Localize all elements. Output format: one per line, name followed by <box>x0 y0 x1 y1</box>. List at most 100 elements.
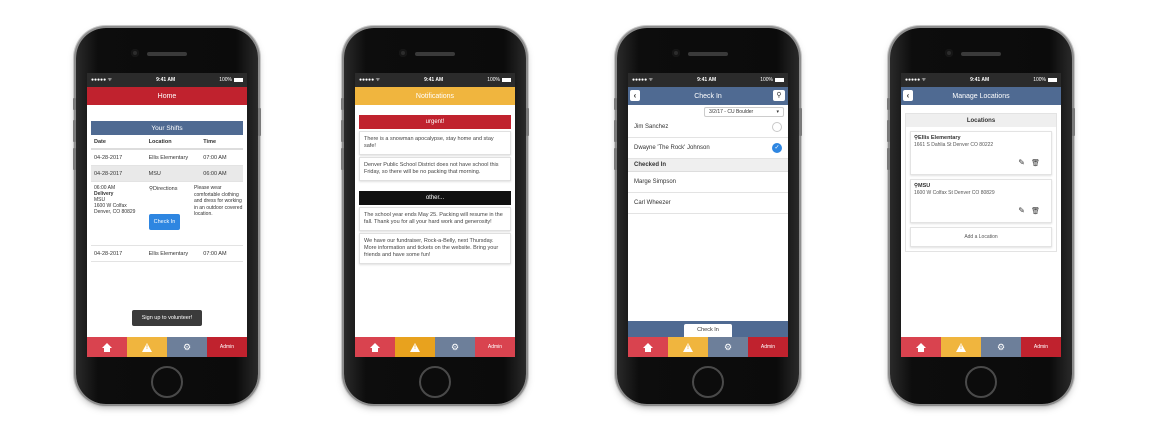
detail-address: 1600 W Colfax Denver, CO 80829 <box>94 203 136 215</box>
screen-check-in: ●●●●● ᯤ 9:41 AM 100% ‹ Check In ⚲ 3/2/17… <box>628 73 788 357</box>
screen-home: ●●●●● ᯤ 9:41 AM 100% Home Your Shifts Da… <box>87 73 247 357</box>
power-button <box>799 108 802 136</box>
table-header: Date Location Time <box>91 135 243 150</box>
tab-home[interactable] <box>87 337 127 357</box>
table-row-selected[interactable]: 04-28-2017 MSU 06:00 AM <box>91 166 243 182</box>
person-name: Dwayne 'The Rock' Johnson <box>634 145 710 151</box>
warning-icon <box>142 342 152 352</box>
clock: 9:41 AM <box>697 77 717 83</box>
list-item[interactable]: Marge Simpson <box>628 172 788 193</box>
battery-indicator: 100% <box>760 77 784 83</box>
battery-percent: 100% <box>219 77 232 83</box>
person-name: Jim Sanchez <box>634 124 669 130</box>
cell-date: 04-28-2017 <box>94 170 123 177</box>
search-icon[interactable]: ⚲ <box>773 90 785 101</box>
table-row[interactable]: 04-28-2017 Ellis Elementary 07:00 AM <box>91 246 243 262</box>
radio-checked-icon[interactable]: ✓ <box>772 143 782 153</box>
shifts-table: Date Location Time 04-28-2017 Ellis Elem… <box>91 135 243 182</box>
earpiece-speaker <box>415 52 455 56</box>
battery-icon <box>774 77 784 82</box>
volume-up-button <box>73 120 76 142</box>
phone-notifications: ●●●●● ᯤ 9:41 AM 100% Notifications urgen… <box>341 28 529 404</box>
tab-notifications[interactable] <box>668 337 708 357</box>
urgent-header: urgent! <box>359 115 511 129</box>
check-in-button[interactable]: Check In <box>684 324 732 337</box>
tab-admin[interactable]: Admin <box>1021 337 1061 357</box>
cell-time: 06:00 AM <box>203 170 227 177</box>
directions-link[interactable]: ⚲Directions <box>149 186 177 192</box>
tab-settings[interactable]: ⚙ <box>167 337 207 357</box>
volume-up-button <box>614 120 617 142</box>
warning-icon <box>683 342 693 352</box>
table-row[interactable]: 04-28-2017 Ellis Elementary 07:00 AM <box>91 150 243 166</box>
header-check-in: ‹ Check In ⚲ <box>628 87 788 105</box>
home-icon <box>370 342 380 352</box>
tab-settings[interactable]: ⚙ <box>981 337 1021 357</box>
gear-icon: ⚙ <box>996 341 1006 352</box>
page-title: Home <box>157 92 177 100</box>
signal-indicator: ●●●●● ᯤ <box>359 77 381 83</box>
tab-notifications[interactable] <box>941 337 981 357</box>
mute-switch <box>614 98 617 110</box>
event-select[interactable]: 3/2/17 - CU Boulder ▾ <box>704 107 784 117</box>
page-title: Check In <box>694 92 722 100</box>
volume-down-button <box>614 148 617 170</box>
cell-date: 04-28-2017 <box>94 154 123 161</box>
list-item[interactable]: Jim Sanchez <box>628 117 788 138</box>
tab-bar: ⚙ Admin <box>355 337 515 357</box>
edit-pencil-icon[interactable]: ✎ <box>1018 206 1025 215</box>
volume-up-button <box>887 120 890 142</box>
trash-icon[interactable]: 🗑 <box>1031 207 1040 215</box>
notification-card: We have our fundraiser, Rock-a-Belly, ne… <box>359 233 511 264</box>
power-button <box>1072 108 1075 136</box>
battery-percent: 100% <box>487 77 500 83</box>
front-camera <box>399 49 407 57</box>
shift-detail: 06:00 AM Delivery MSU 1600 W Colfax Denv… <box>91 182 243 246</box>
battery-icon <box>501 77 511 82</box>
battery-percent: 100% <box>760 77 773 83</box>
tab-notifications[interactable] <box>395 337 435 357</box>
home-button[interactable] <box>419 366 451 398</box>
directions-label: Directions <box>153 186 178 192</box>
tab-admin[interactable]: Admin <box>475 337 515 357</box>
trash-icon[interactable]: 🗑 <box>1031 159 1040 167</box>
battery-indicator: 100% <box>219 77 243 83</box>
battery-indicator: 100% <box>1033 77 1057 83</box>
page-title: Manage Locations <box>952 92 1010 100</box>
tab-settings[interactable]: ⚙ <box>435 337 475 357</box>
tab-notifications[interactable] <box>127 337 167 357</box>
phone-home: ●●●●● ᯤ 9:41 AM 100% Home Your Shifts Da… <box>73 28 261 404</box>
tab-home[interactable] <box>355 337 395 357</box>
home-button[interactable] <box>692 366 724 398</box>
back-icon[interactable]: ‹ <box>630 90 640 101</box>
location-address: 1600 W Colfax St Denver CO 80829 <box>914 190 995 196</box>
chevron-down-icon: ▾ <box>776 109 779 115</box>
home-button[interactable] <box>965 366 997 398</box>
clock: 9:41 AM <box>156 77 176 83</box>
add-location-button[interactable]: Add a Location <box>910 227 1052 247</box>
check-in-button[interactable]: Check In <box>149 214 180 230</box>
edit-pencil-icon[interactable]: ✎ <box>1018 158 1025 167</box>
list-item[interactable]: Carl Wheezer <box>628 193 788 214</box>
volume-up-button <box>341 120 344 142</box>
back-icon[interactable]: ‹ <box>903 90 913 101</box>
list-item[interactable]: Dwayne 'The Rock' Johnson ✓ <box>628 138 788 159</box>
tab-bar: ⚙ Admin <box>901 337 1061 357</box>
tab-admin[interactable]: Admin <box>207 337 247 357</box>
tab-settings[interactable]: ⚙ <box>708 337 748 357</box>
header-notifications: Notifications <box>355 87 515 105</box>
signal-indicator: ●●●●● ᯤ <box>91 77 113 83</box>
location-name-text: MSU <box>918 183 931 189</box>
location-card: ⚲MSU 1600 W Colfax St Denver CO 80829 ✎ … <box>910 179 1052 223</box>
tab-home[interactable] <box>901 337 941 357</box>
tab-home[interactable] <box>628 337 668 357</box>
tab-admin[interactable]: Admin <box>748 337 788 357</box>
tab-bar: ⚙ Admin <box>87 337 247 357</box>
battery-indicator: 100% <box>487 77 511 83</box>
screen-notifications: ●●●●● ᯤ 9:41 AM 100% Notifications urgen… <box>355 73 515 357</box>
home-button[interactable] <box>151 366 183 398</box>
locations-panel: Locations ⚲Ellis Elementary 1661 S Dahli… <box>905 113 1057 252</box>
volunteer-button[interactable]: Sign up to volunteer! <box>132 310 202 326</box>
radio-unchecked[interactable] <box>772 122 782 132</box>
other-header: other... <box>359 191 511 205</box>
